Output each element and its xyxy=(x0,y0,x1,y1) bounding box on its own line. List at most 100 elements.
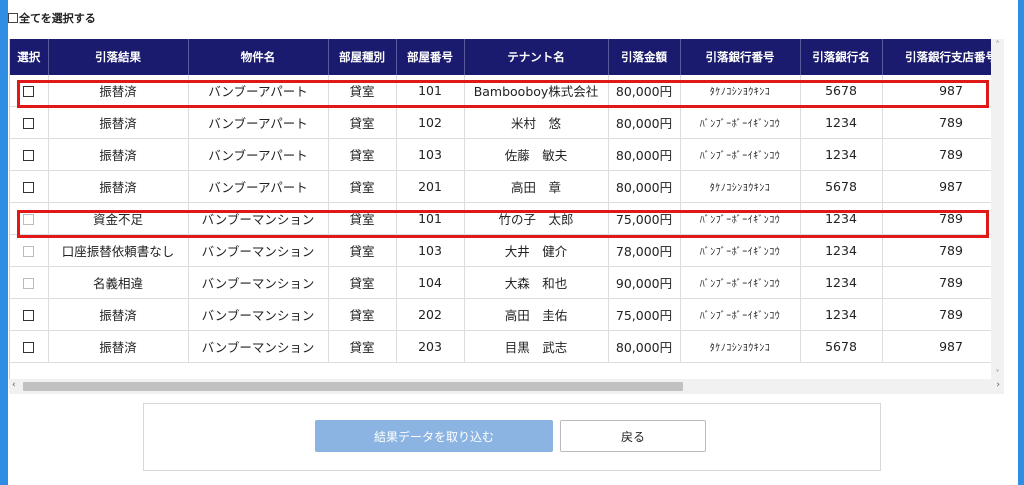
select-cell xyxy=(10,170,49,203)
bank-no-cell: 1234 xyxy=(800,138,883,171)
chevron-right-icon[interactable]: › xyxy=(996,380,1000,390)
header-property: 物件名 xyxy=(188,39,329,75)
tenant-cell: 高田 章 xyxy=(464,170,609,203)
row-checkbox[interactable] xyxy=(23,86,35,97)
row-checkbox xyxy=(23,214,35,225)
tenant-cell: Bambooboy株式会社 xyxy=(464,75,609,107)
table-row: 振替済 バンブーアパート 貸室 101 Bambooboy株式会社 80,000円 ﾀｹﾉｺ… xyxy=(10,75,992,107)
property-cell: バンブーマンション xyxy=(188,330,329,363)
bank-no-cell: 1234 xyxy=(800,106,883,139)
branch-no-cell: 789 xyxy=(882,298,992,331)
bank-no-cell: 5678 xyxy=(800,75,883,107)
header-amount: 引落金額 xyxy=(608,39,681,75)
tenant-cell: 大森 和也 xyxy=(464,266,609,299)
amount-cell: 80,000円 xyxy=(608,170,681,203)
row-checkbox xyxy=(23,246,35,257)
result-cell: 振替済 xyxy=(48,170,189,203)
table-row: 振替済 バンブーアパート 貸室 102 米村 悠 80,000円 ﾊﾞﾝﾌﾞｰﾎﾞｰｲｷﾞﾝ… xyxy=(10,106,992,139)
chevron-up-icon[interactable]: ˄ xyxy=(991,40,1004,49)
back-button[interactable]: 戻る xyxy=(560,420,706,452)
select-cell xyxy=(10,75,49,107)
bank-kana-cell: ﾀｹﾉｺｼﾝﾖｳｷﾝｺ xyxy=(680,330,801,363)
table-row: 振替済 バンブーマンション 貸室 202 高田 圭佑 75,000円 ﾊﾞﾝﾌﾞｰﾎﾞｰｲｷ… xyxy=(10,298,992,331)
branch-no-cell: 789 xyxy=(882,266,992,299)
header-bank-no: 引落銀行名 xyxy=(800,39,883,75)
amount-cell: 90,000円 xyxy=(608,266,681,299)
row-checkbox[interactable] xyxy=(23,150,35,161)
branch-no-cell: 987 xyxy=(882,330,992,363)
import-results-button[interactable]: 結果データを取り込む xyxy=(315,420,553,452)
bank-kana-cell: ﾀｹﾉｺｼﾝﾖｳｷﾝｺ xyxy=(680,170,801,203)
header-tenant: テナント名 xyxy=(464,39,609,75)
bank-kana-cell: ﾊﾞﾝﾌﾞｰﾎﾞｰｲｷﾞﾝｺｳ xyxy=(680,298,801,331)
select-all-checkbox[interactable] xyxy=(8,13,18,23)
header-branch-no: 引落銀行支店番号 xyxy=(882,39,992,75)
tenant-cell: 竹の子 太郎 xyxy=(464,202,609,235)
header-room-no: 部屋番号 xyxy=(396,39,465,75)
tenant-cell: 高田 圭佑 xyxy=(464,298,609,331)
property-cell: バンブーアパート xyxy=(188,138,329,171)
amount-cell: 80,000円 xyxy=(608,75,681,107)
bank-kana-cell: ﾊﾞﾝﾌﾞｰﾎﾞｰｲｷﾞﾝｺｳ xyxy=(680,202,801,235)
branch-no-cell: 789 xyxy=(882,138,992,171)
room-no-cell: 201 xyxy=(396,170,465,203)
table-row: 振替済 バンブーマンション 貸室 203 目黒 武志 80,000円 ﾀｹﾉｺｼﾝﾖｳｷﾝｺ… xyxy=(10,330,992,363)
result-cell: 口座振替依頼書なし xyxy=(48,234,189,267)
amount-cell: 78,000円 xyxy=(608,234,681,267)
bank-no-cell: 1234 xyxy=(800,234,883,267)
branch-no-cell: 987 xyxy=(882,170,992,203)
result-cell: 振替済 xyxy=(48,330,189,363)
select-cell xyxy=(10,234,49,267)
branch-no-cell: 789 xyxy=(882,234,992,267)
room-type-cell: 貸室 xyxy=(328,75,397,107)
tenant-cell: 佐藤 敏夫 xyxy=(464,138,609,171)
room-type-cell: 貸室 xyxy=(328,298,397,331)
table-row: 振替済 バンブーアパート 貸室 201 高田 章 80,000円 ﾀｹﾉｺｼﾝﾖｳｷﾝｺ 56… xyxy=(10,170,992,203)
header-room-type: 部屋種別 xyxy=(328,39,397,75)
tenant-cell: 目黒 武志 xyxy=(464,330,609,363)
bank-kana-cell: ﾊﾞﾝﾌﾞｰﾎﾞｰｲｷﾞﾝｺｳ xyxy=(680,266,801,299)
chevron-down-icon[interactable]: ˅ xyxy=(991,369,1004,378)
vertical-scrollbar[interactable]: ˄ ˅ xyxy=(991,39,1004,379)
property-cell: バンブーアパート xyxy=(188,106,329,139)
result-cell: 振替済 xyxy=(48,298,189,331)
select-cell xyxy=(10,298,49,331)
property-cell: バンブーマンション xyxy=(188,202,329,235)
property-cell: バンブーマンション xyxy=(188,298,329,331)
amount-cell: 80,000円 xyxy=(608,330,681,363)
bank-no-cell: 1234 xyxy=(800,298,883,331)
row-checkbox xyxy=(23,278,35,289)
result-cell: 振替済 xyxy=(48,106,189,139)
select-cell xyxy=(10,266,49,299)
bank-no-cell: 5678 xyxy=(800,330,883,363)
bank-kana-cell: ﾊﾞﾝﾌﾞｰﾎﾞｰｲｷﾞﾝｺｳ xyxy=(680,234,801,267)
room-no-cell: 203 xyxy=(396,330,465,363)
select-all-control[interactable]: 全てを選択する xyxy=(8,10,96,26)
select-cell xyxy=(10,138,49,171)
header-select: 選択 xyxy=(10,39,49,75)
bank-kana-cell: ﾀｹﾉｺｼﾝﾖｳｷﾝｺ xyxy=(680,75,801,107)
horizontal-scroll-thumb[interactable] xyxy=(23,382,683,391)
property-cell: バンブーアパート xyxy=(188,170,329,203)
table-header-row: 選択 引落結果 物件名 部屋種別 部屋番号 テナント名 引落金額 引落銀行番号 … xyxy=(10,39,992,75)
chevron-left-icon[interactable]: ‹ xyxy=(12,380,16,390)
row-checkbox[interactable] xyxy=(23,310,35,321)
result-cell: 名義相違 xyxy=(48,266,189,299)
table-row: 名義相違 バンブーマンション 貸室 104 大森 和也 90,000円 ﾊﾞﾝﾌﾞｰﾎﾞｰｲ… xyxy=(10,266,992,299)
amount-cell: 75,000円 xyxy=(608,202,681,235)
row-checkbox[interactable] xyxy=(23,182,35,193)
row-checkbox[interactable] xyxy=(23,118,35,129)
horizontal-scrollbar[interactable]: ‹ › xyxy=(9,379,1004,394)
select-cell xyxy=(10,106,49,139)
select-cell xyxy=(10,330,49,363)
select-all-label: 全てを選択する xyxy=(19,12,96,25)
row-checkbox[interactable] xyxy=(23,342,35,353)
property-cell: バンブーアパート xyxy=(188,75,329,107)
property-cell: バンブーマンション xyxy=(188,266,329,299)
property-cell: バンブーマンション xyxy=(188,234,329,267)
result-cell: 振替済 xyxy=(48,75,189,107)
branch-no-cell: 789 xyxy=(882,106,992,139)
room-no-cell: 101 xyxy=(396,75,465,107)
room-type-cell: 貸室 xyxy=(328,234,397,267)
bank-kana-cell: ﾊﾞﾝﾌﾞｰﾎﾞｰｲｷﾞﾝｺｳ xyxy=(680,106,801,139)
